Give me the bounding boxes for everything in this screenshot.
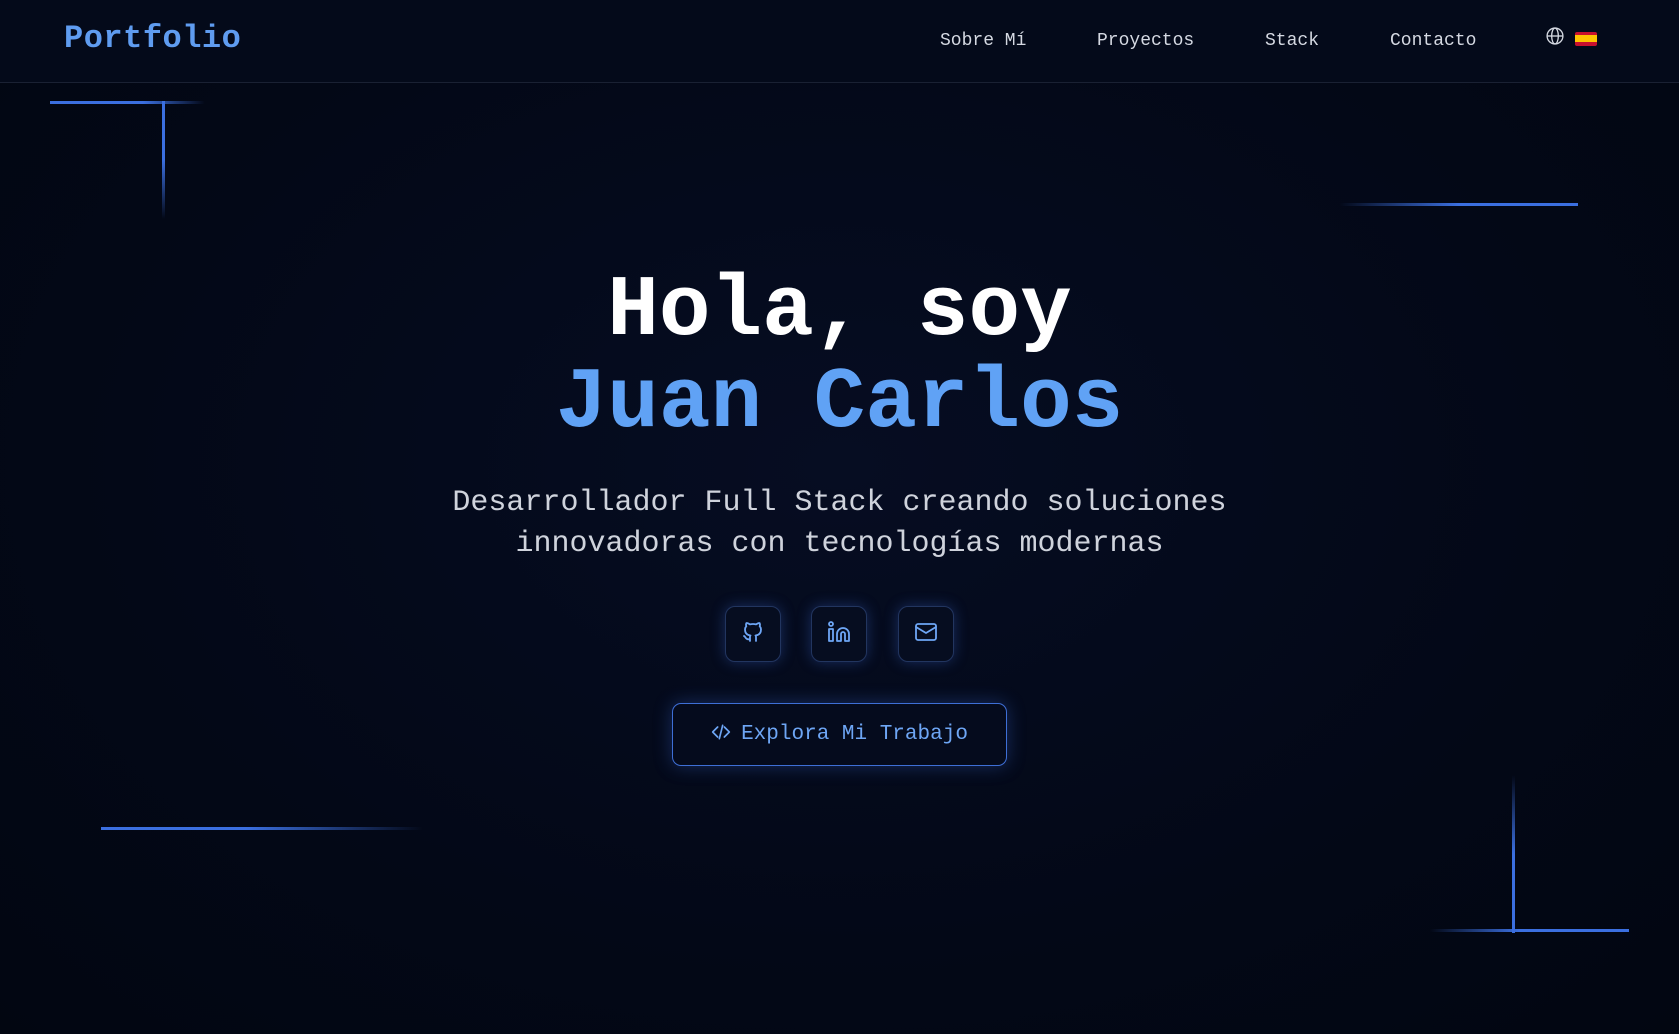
spain-flag-icon xyxy=(1575,31,1597,46)
nav-link-proyectos[interactable]: Proyectos xyxy=(1097,31,1194,51)
hero-subtitle: Desarrollador Full Stack creando solucio… xyxy=(0,483,1679,565)
language-switcher[interactable] xyxy=(1545,26,1597,51)
page: Portfolio Sobre Mí Proyectos Stack Conta… xyxy=(0,0,1679,1034)
github-button[interactable] xyxy=(725,606,781,662)
decor-line-bottom-right-v xyxy=(1512,775,1515,933)
nav-link-contacto[interactable]: Contacto xyxy=(1390,31,1476,51)
hero-subtitle-line1: Desarrollador Full Stack creando solucio… xyxy=(452,486,1227,520)
hero-greeting: Hola, soy xyxy=(607,262,1072,360)
hero-name: Juan Carlos xyxy=(555,354,1124,452)
email-button[interactable] xyxy=(898,606,954,662)
decor-line-top-right-h xyxy=(1340,203,1578,206)
decor-line-top-left-h xyxy=(50,101,205,104)
nav-link-stack[interactable]: Stack xyxy=(1265,31,1319,51)
nav-link-sobre-mi[interactable]: Sobre Mí xyxy=(940,31,1026,51)
globe-icon xyxy=(1545,26,1565,51)
explore-work-button[interactable]: Explora Mi Trabajo xyxy=(672,703,1007,766)
code-icon xyxy=(711,722,731,747)
decor-line-bottom-right-h xyxy=(1430,929,1629,932)
linkedin-button[interactable] xyxy=(811,606,867,662)
top-navbar: Portfolio Sobre Mí Proyectos Stack Conta… xyxy=(0,0,1679,83)
explore-work-label: Explora Mi Trabajo xyxy=(741,723,968,746)
github-icon xyxy=(741,620,765,649)
mail-icon xyxy=(914,620,938,649)
social-links xyxy=(725,606,955,662)
brand-logo[interactable]: Portfolio xyxy=(64,20,241,57)
hero-subtitle-line2: innovadoras con tecnologías modernas xyxy=(515,527,1164,561)
linkedin-icon xyxy=(827,620,851,649)
decor-line-top-left-v xyxy=(162,101,165,219)
decor-line-bottom-left-h xyxy=(101,827,423,830)
